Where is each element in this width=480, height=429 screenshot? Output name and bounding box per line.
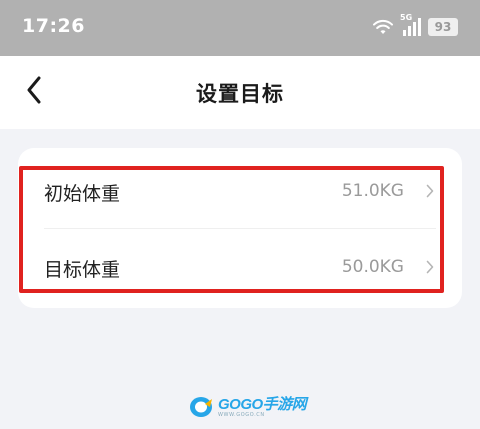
header: 设置目标: [0, 56, 480, 129]
wifi-icon: [372, 18, 394, 36]
initial-weight-label: 初始体重: [44, 183, 121, 205]
status-time: 17:26: [22, 15, 85, 37]
chevron-right-icon: [426, 259, 434, 278]
page-title: 设置目标: [196, 82, 284, 106]
watermark-brand: GOGO手游网: [218, 395, 307, 413]
watermark-text: GOGO手游网 WWW.GOGO.CN: [218, 395, 307, 418]
target-weight-row[interactable]: 目标体重 50.0KG: [18, 230, 462, 306]
initial-weight-value: 51.0KG: [341, 181, 404, 201]
battery-level: 93: [434, 20, 452, 34]
signal-label: 5G: [400, 13, 413, 22]
target-weight-label: 目标体重: [44, 259, 121, 281]
status-icons: 5G 93: [372, 13, 458, 38]
signal-icon: 5G: [400, 13, 422, 37]
row-divider: [44, 228, 436, 229]
initial-weight-row[interactable]: 初始体重 51.0KG: [18, 154, 462, 230]
settings-card: 初始体重 51.0KG 目标体重 50.0KG: [18, 148, 462, 308]
chevron-right-icon: [426, 183, 434, 202]
watermark-url: WWW.GOGO.CN: [218, 411, 265, 418]
status-bar: 17:26 5G 93: [0, 0, 480, 56]
watermark: GOGO手游网 WWW.GOGO.CN: [188, 393, 307, 421]
gogo-logo-icon: [188, 395, 216, 419]
target-weight-value: 50.0KG: [341, 257, 404, 277]
battery-icon: 93: [428, 18, 458, 36]
